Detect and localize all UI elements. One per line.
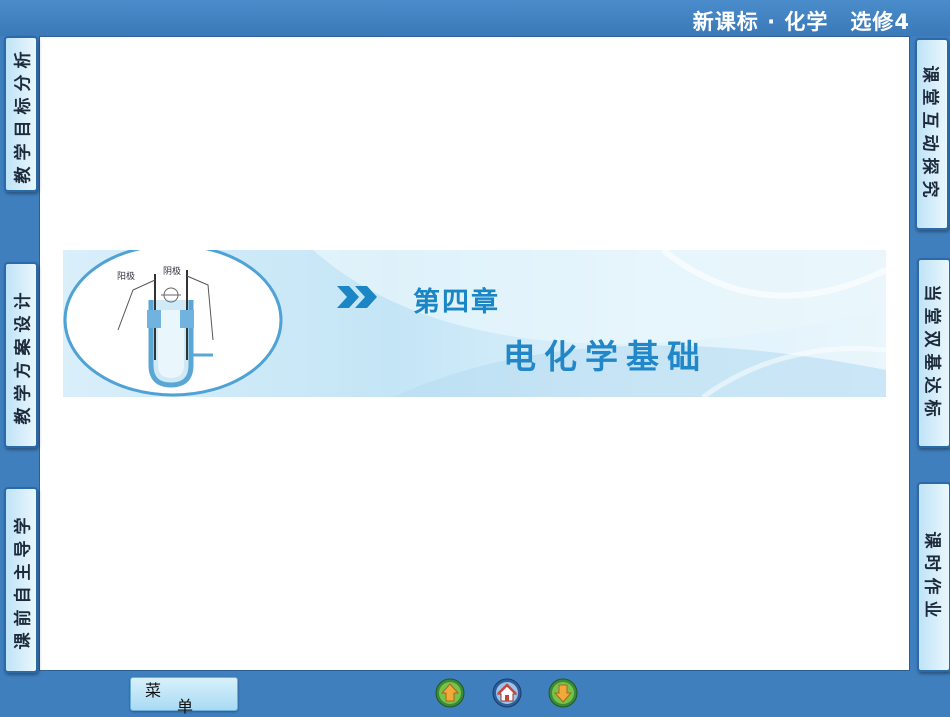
tab-label: 教学目标分析 (13, 45, 34, 183)
tab-label: 教学方案设计 (13, 286, 34, 424)
tab-class-interaction[interactable]: 课堂互动探究 (915, 38, 949, 230)
tab-label: 课堂互动探究 (919, 65, 940, 203)
chapter-banner: 阳极 阴极 第四章 电化学基础 (63, 250, 886, 397)
course-title: 新课标 · 化学 选修4 (692, 10, 910, 34)
tab-label: 当堂双基达标 (921, 284, 942, 422)
chapter-title: 电化学基础 (503, 337, 708, 376)
cathode-label: 阴极 (163, 267, 182, 277)
banner-background (63, 250, 886, 397)
tab-homework[interactable]: 课时作业 (917, 482, 950, 672)
menu-label-char: 单 (177, 697, 194, 716)
tab-label: 课时作业 (921, 531, 942, 623)
tab-teaching-objectives[interactable]: 教学目标分析 (4, 36, 38, 192)
tab-basic-standards[interactable]: 当堂双基达标 (917, 258, 950, 448)
menu-button[interactable]: 菜 单 (130, 677, 238, 716)
double-chevron-icon (337, 286, 377, 308)
previous-arrow-icon[interactable] (435, 678, 465, 708)
home-icon[interactable] (492, 678, 522, 708)
anode-label: 阳极 (117, 272, 136, 282)
tab-label: 课前自主导学 (13, 511, 34, 649)
next-arrow-icon[interactable] (548, 678, 578, 708)
top-bar: 新课标 · 化学 选修4 (0, 0, 950, 36)
menu-label-char: 菜 (145, 681, 162, 700)
tab-pre-class-study[interactable]: 课前自主导学 (4, 487, 38, 673)
tab-teaching-plan[interactable]: 教学方案设计 (4, 262, 38, 448)
chapter-number: 第四章 (413, 287, 500, 318)
